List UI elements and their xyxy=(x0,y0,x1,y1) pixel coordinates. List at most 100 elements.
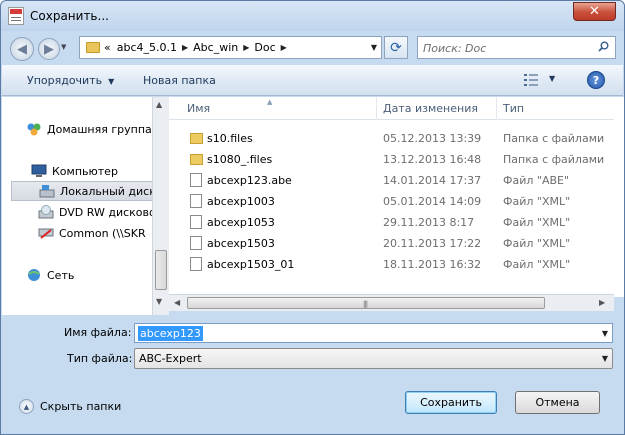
breadcrumb-arrow-icon[interactable]: ▶ xyxy=(182,43,188,52)
close-icon: ✕ xyxy=(589,4,600,19)
breadcrumb-arrow-icon[interactable]: ▶ xyxy=(281,43,287,52)
chevron-down-icon[interactable]: ▼ xyxy=(602,354,608,363)
close-button[interactable]: ✕ xyxy=(573,2,616,21)
nav-item-homegroup[interactable]: Домашняя группа xyxy=(26,119,152,139)
chevron-down-icon[interactable]: ▼ xyxy=(602,329,608,338)
filename-field[interactable]: abcexp123 ▼ xyxy=(134,323,613,343)
nav-item-dvd[interactable]: DVD RW дисковод xyxy=(38,202,152,222)
folder-icon xyxy=(190,154,203,165)
forward-button[interactable]: ▶ xyxy=(38,38,60,60)
nav-scrollbar[interactable]: ▲ ▼ xyxy=(152,97,169,315)
refresh-button[interactable]: ⟳ xyxy=(384,36,408,59)
file-name: abcexp1003 xyxy=(207,195,275,208)
help-button[interactable]: ? xyxy=(587,71,605,89)
file-name: abcexp1053 xyxy=(207,216,275,229)
nav-scrollbar-thumb[interactable] xyxy=(155,250,167,290)
column-header-date[interactable]: Дата изменения xyxy=(377,97,497,120)
hide-folders-label: Скрыть папки xyxy=(40,400,122,413)
file-row[interactable]: abcexp1503_01 18.11.2013 16:32 Файл "XML… xyxy=(169,254,614,275)
nav-label: DVD RW дисковод xyxy=(59,205,152,219)
local-disk-icon xyxy=(39,185,55,198)
window-title: Сохранить... xyxy=(30,9,109,23)
hide-folders-toggle[interactable]: ▲ Скрыть папки xyxy=(19,399,121,414)
cancel-button[interactable]: Отмена xyxy=(515,391,600,414)
folder-icon xyxy=(190,133,203,144)
chevron-up-icon: ▲ xyxy=(19,399,34,414)
filetype-select[interactable]: ABC-Expert ▼ xyxy=(134,348,613,369)
network-icon xyxy=(28,269,40,281)
file-type: Папка с файлами xyxy=(503,153,605,166)
search-input[interactable] xyxy=(423,40,588,56)
filename-label: Имя файла: xyxy=(64,326,132,339)
file-row[interactable]: abcexp1003 05.01.2014 14:09 Файл "XML" xyxy=(169,191,614,212)
filetype-value: ABC-Expert xyxy=(139,352,202,365)
view-options-icon[interactable] xyxy=(524,74,540,86)
chevron-down-icon: ▼ xyxy=(108,77,115,86)
nav-label: Сеть xyxy=(47,268,75,282)
file-date: 29.11.2013 8:17 xyxy=(383,216,475,229)
view-dropdown-icon[interactable]: ▼ xyxy=(549,74,555,83)
file-list: ▲ Имя Дата изменения Тип s10.files 05.12… xyxy=(169,97,614,297)
address-bar[interactable]: « abc4_5.0.1 ▶ Abc_win ▶ Doc ▶ ▼ xyxy=(79,36,382,59)
scroll-up-icon[interactable]: ▲ xyxy=(156,100,162,109)
new-folder-button[interactable]: Новая папка xyxy=(143,74,216,87)
file-row[interactable]: s10.files 05.12.2013 13:39 Папка с файла… xyxy=(169,128,614,149)
file-row[interactable]: s1080_.files 13.12.2013 16:48 Папка с фа… xyxy=(169,149,614,170)
column-header-name[interactable]: Имя xyxy=(187,97,377,120)
nav-item-network[interactable]: Сеть xyxy=(26,265,152,285)
file-icon xyxy=(190,194,202,208)
hscrollbar-thumb[interactable]: ||| xyxy=(187,297,545,309)
recent-locations-dropdown[interactable]: ▼ xyxy=(61,43,66,51)
homegroup-icon xyxy=(27,123,41,136)
breadcrumb-overflow[interactable]: « xyxy=(104,41,111,54)
file-type: Папка с файлами xyxy=(503,132,605,145)
dvd-icon xyxy=(38,205,54,219)
organize-button[interactable]: Упорядочить ▼ xyxy=(27,74,114,87)
network-drive-icon xyxy=(38,228,54,239)
file-row[interactable]: abcexp1503 20.11.2013 17:22 Файл "XML" xyxy=(169,233,614,254)
refresh-icon: ⟳ xyxy=(390,39,402,56)
filename-value[interactable]: abcexp123 xyxy=(138,326,203,341)
column-header-type[interactable]: Тип xyxy=(497,97,614,120)
nav-item-computer[interactable]: Компьютер xyxy=(31,161,152,181)
address-dropdown-icon[interactable]: ▼ xyxy=(371,43,377,52)
file-name: s1080_.files xyxy=(207,153,273,166)
nav-item-common-share[interactable]: Common (\\SKR xyxy=(38,223,152,243)
file-type: Файл "XML" xyxy=(503,216,571,229)
app-icon xyxy=(8,7,24,25)
arrow-right-icon: ▶ xyxy=(44,41,54,57)
title-bar[interactable]: Сохранить... ✕ xyxy=(1,1,624,31)
file-row[interactable]: abcexp123.abe 14.01.2014 17:37 Файл "ABE… xyxy=(169,170,614,191)
file-type: Файл "ABE" xyxy=(503,174,570,187)
file-icon xyxy=(190,215,202,229)
scroll-left-icon[interactable]: ◀ xyxy=(174,298,180,307)
breadcrumb-doc[interactable]: Doc xyxy=(254,41,275,54)
breadcrumb-abc-win[interactable]: Abc_win xyxy=(193,41,238,54)
breadcrumb-abc4[interactable]: abc4_5.0.1 xyxy=(117,41,177,54)
back-button[interactable]: ◀ xyxy=(10,37,34,61)
file-type: Файл "XML" xyxy=(503,195,571,208)
navigation-pane: Домашняя группа Компьютер Локальный диск… xyxy=(2,97,152,315)
save-dialog: Сохранить... ✕ ◀ ▶ ▼ « abc4_5.0.1 ▶ Abc_… xyxy=(0,0,625,435)
file-date: 18.11.2013 16:32 xyxy=(383,258,482,271)
file-list-hscrollbar[interactable]: ◀ ||| ▶ xyxy=(169,294,614,311)
file-date: 13.12.2013 16:48 xyxy=(383,153,482,166)
file-name: abcexp123.abe xyxy=(207,174,292,187)
file-icon xyxy=(190,173,202,187)
save-button[interactable]: Сохранить xyxy=(405,391,497,414)
scroll-down-icon[interactable]: ▼ xyxy=(156,297,162,306)
file-type: Файл "XML" xyxy=(503,258,571,271)
file-row[interactable]: abcexp1053 29.11.2013 8:17 Файл "XML" xyxy=(169,212,614,233)
file-name: abcexp1503 xyxy=(207,237,275,250)
file-name: abcexp1503_01 xyxy=(207,258,295,271)
file-icon xyxy=(190,236,202,250)
filetype-label: Тип файла: xyxy=(67,352,133,365)
breadcrumb-arrow-icon[interactable]: ▶ xyxy=(243,43,249,52)
search-box[interactable] xyxy=(417,36,616,59)
search-icon[interactable] xyxy=(598,41,609,52)
file-icon xyxy=(190,257,202,271)
nav-label: Локальный диск xyxy=(60,184,152,198)
nav-item-local-disk[interactable]: Локальный диск xyxy=(11,181,152,201)
nav-label: Common (\\SKR xyxy=(59,226,146,240)
scroll-right-icon[interactable]: ▶ xyxy=(599,298,605,307)
